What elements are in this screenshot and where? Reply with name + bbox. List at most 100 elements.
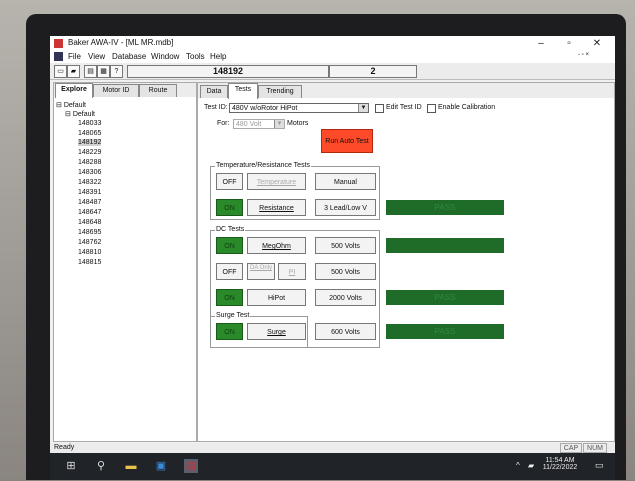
search-icon[interactable]: ⚲ bbox=[94, 459, 108, 473]
tree-item[interactable]: 148762 bbox=[78, 239, 101, 246]
pi-button[interactable]: PI bbox=[278, 263, 306, 280]
screen: Baker AWA-IV - [ML MR.mdb] – ▫ ✕ File Vi… bbox=[50, 36, 615, 480]
surge-result: PASS bbox=[386, 324, 504, 339]
edit-test-id-label: Edit Test ID bbox=[386, 104, 422, 111]
test-id-value: 480V w/oRotor HiPot bbox=[232, 105, 298, 112]
group-title: Surge Test bbox=[215, 312, 251, 319]
tab-route[interactable]: Route bbox=[139, 84, 177, 97]
chevron-down-icon: ▼ bbox=[274, 120, 284, 128]
menu-help[interactable]: Help bbox=[210, 52, 226, 61]
tab-motor-id[interactable]: Motor ID bbox=[93, 84, 139, 97]
file-explorer-icon[interactable]: ▬ bbox=[124, 459, 138, 473]
tree-item-selected[interactable]: 148192 bbox=[78, 139, 102, 146]
resistance-toggle[interactable]: ON bbox=[216, 199, 243, 216]
tree-item[interactable]: 148065 bbox=[78, 130, 101, 137]
mdi-controls[interactable]: - ▫ × bbox=[578, 52, 589, 58]
resistance-button[interactable]: Resistance bbox=[247, 199, 306, 216]
tab-trending[interactable]: Trending bbox=[258, 85, 302, 98]
run-auto-test-button[interactable]: Run Auto Test bbox=[321, 129, 373, 153]
test-id-label: Test ID: bbox=[204, 104, 228, 111]
enable-calibration-checkbox[interactable] bbox=[427, 104, 436, 113]
maximize-button[interactable]: ▫ bbox=[556, 37, 582, 50]
tree-folder[interactable]: ⊟ Default bbox=[65, 110, 95, 118]
windows-start-icon[interactable]: ⊞ bbox=[64, 459, 78, 473]
explorer-tabs: Explore Motor ID Route bbox=[54, 83, 196, 98]
surge-param-button[interactable]: 600 Volts bbox=[315, 323, 376, 340]
tree-item[interactable]: 148229 bbox=[78, 149, 101, 156]
system-clock[interactable]: 11:54 AM 11/22/2022 bbox=[540, 457, 580, 471]
tree-item[interactable]: 148033 bbox=[78, 120, 101, 127]
tree-item[interactable]: 148815 bbox=[78, 259, 101, 266]
tree-item[interactable]: 148648 bbox=[78, 219, 101, 226]
for-label: For: bbox=[217, 120, 230, 127]
resistance-param-button[interactable]: 3 Lead/Low V bbox=[315, 199, 376, 216]
tab-tests[interactable]: Tests bbox=[228, 83, 258, 99]
document-icon bbox=[54, 52, 63, 61]
megohm-result bbox=[386, 238, 504, 253]
network-icon[interactable]: ▰ bbox=[528, 461, 534, 470]
motors-label: Motors bbox=[287, 120, 309, 127]
taskbar: ⊞ ⚲ ▬ ▣ ▤ ^ ▰ 11:54 AM 11/22/2022 ▭ bbox=[50, 453, 615, 480]
store-icon[interactable]: ▣ bbox=[154, 459, 168, 473]
tree-item[interactable]: 148391 bbox=[78, 189, 101, 196]
status-text: Ready bbox=[54, 444, 75, 451]
surge-toggle[interactable]: ON bbox=[216, 323, 243, 340]
tab-explore[interactable]: Explore bbox=[55, 83, 93, 98]
megohm-toggle[interactable]: ON bbox=[216, 237, 243, 254]
tree-item[interactable]: 148647 bbox=[78, 209, 101, 216]
temperature-button[interactable]: Temperature bbox=[247, 173, 306, 190]
database-icon[interactable]: ▦ bbox=[97, 65, 110, 78]
menu-view[interactable]: View bbox=[88, 52, 105, 61]
baker-app-icon[interactable]: ▤ bbox=[184, 459, 198, 473]
da-pi-toggle[interactable]: OFF bbox=[216, 263, 243, 280]
hipot-result: PASS bbox=[386, 290, 504, 305]
test-id-dropdown[interactable]: 480V w/oRotor HiPot ▼ bbox=[229, 103, 369, 113]
help-icon[interactable]: ? bbox=[110, 65, 123, 78]
megohm-param-button[interactable]: 500 Volts bbox=[315, 237, 376, 254]
notification-icon[interactable]: ▭ bbox=[595, 460, 604, 471]
open-icon[interactable]: ▰ bbox=[67, 65, 80, 78]
clock-time: 11:54 AM bbox=[545, 457, 575, 464]
menu-database[interactable]: Database bbox=[112, 52, 146, 61]
da-pi-param-button[interactable]: 500 Volts bbox=[315, 263, 376, 280]
hipot-button[interactable]: HiPot bbox=[247, 289, 306, 306]
hipot-param-button[interactable]: 2000 Volts bbox=[315, 289, 376, 306]
record-id-field: 148192 bbox=[127, 65, 329, 78]
tree-item[interactable]: 148695 bbox=[78, 229, 101, 236]
app-icon bbox=[54, 39, 63, 48]
enable-calibration-label: Enable Calibration bbox=[438, 104, 496, 111]
tree-item[interactable]: 148306 bbox=[78, 169, 101, 176]
tree-root[interactable]: ⊟ Default bbox=[56, 101, 86, 109]
da-only-button[interactable]: DA Only bbox=[247, 263, 275, 280]
window-title: Baker AWA-IV - [ML MR.mdb] bbox=[68, 38, 174, 47]
print-icon[interactable]: ▤ bbox=[84, 65, 97, 78]
group-title: Temperature/Resistance Tests bbox=[215, 162, 312, 169]
voltage-dropdown[interactable]: 480 Volt ▼ bbox=[233, 119, 285, 129]
menu-window[interactable]: Window bbox=[151, 52, 179, 61]
tree-item[interactable]: 148487 bbox=[78, 199, 101, 206]
hipot-toggle[interactable]: ON bbox=[216, 289, 243, 306]
temperature-toggle[interactable]: OFF bbox=[216, 173, 243, 190]
surge-button[interactable]: Surge bbox=[247, 323, 306, 340]
toolbar: ▭ ▰ ▤ ▦ ? 148192 2 bbox=[50, 63, 615, 80]
tree-item[interactable]: 148288 bbox=[78, 159, 101, 166]
menu-tools[interactable]: Tools bbox=[186, 52, 205, 61]
tree-item[interactable]: 148322 bbox=[78, 179, 101, 186]
menu-bar: File View Database Window Tools Help - ▫… bbox=[50, 51, 615, 63]
title-bar: Baker AWA-IV - [ML MR.mdb] – ▫ ✕ bbox=[50, 36, 615, 51]
new-icon[interactable]: ▭ bbox=[54, 65, 67, 78]
clock-date: 11/22/2022 bbox=[542, 464, 578, 471]
caps-lock-indicator: CAP bbox=[560, 443, 582, 453]
chevron-up-icon[interactable]: ^ bbox=[516, 461, 520, 470]
edit-test-id-checkbox[interactable] bbox=[375, 104, 384, 113]
close-button[interactable]: ✕ bbox=[584, 37, 610, 50]
tests-pane: Data Tests Trending Test ID: 480V w/oRot… bbox=[197, 82, 615, 442]
tab-data[interactable]: Data bbox=[200, 85, 228, 98]
chevron-down-icon: ▼ bbox=[358, 104, 368, 112]
tree-item[interactable]: 148810 bbox=[78, 249, 101, 256]
menu-file[interactable]: File bbox=[68, 52, 81, 61]
megohm-button[interactable]: MegOhm bbox=[247, 237, 306, 254]
status-bar: Ready CAP NUM bbox=[50, 443, 615, 453]
minimize-button[interactable]: – bbox=[528, 37, 554, 50]
temperature-param-button[interactable]: Manual bbox=[315, 173, 376, 190]
